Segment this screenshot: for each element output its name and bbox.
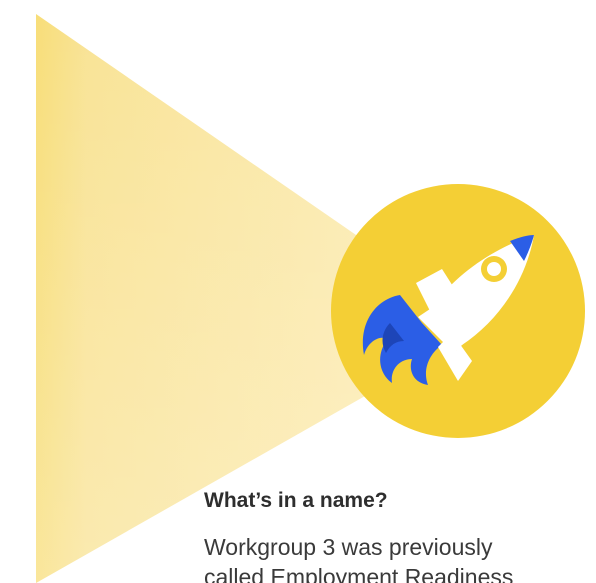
body-line-2: called Employment Readiness (204, 564, 514, 583)
slide-canvas: What’s in a name? Workgroup 3 was previo… (0, 0, 596, 583)
section-heading: What’s in a name? (204, 489, 388, 512)
body-line-1: Workgroup 3 was previously (204, 534, 493, 560)
section-body: Workgroup 3 was previously called Employ… (204, 532, 596, 583)
rocket-badge (331, 184, 585, 438)
